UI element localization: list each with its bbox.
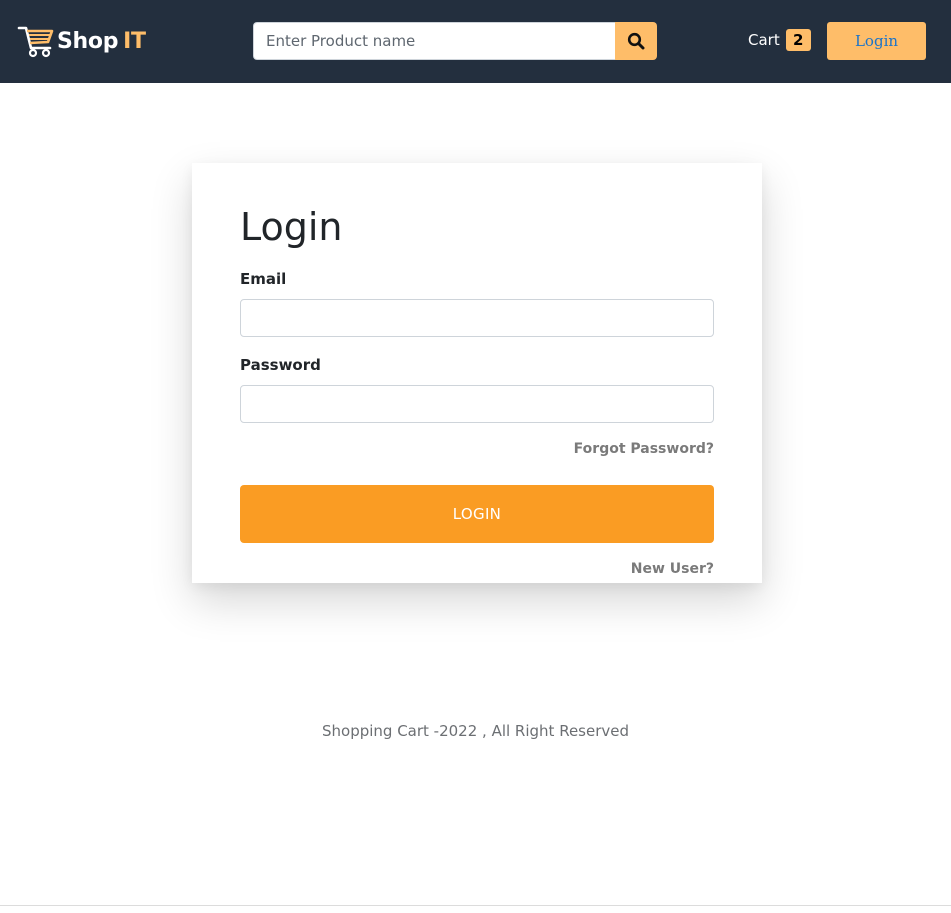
brand-it: IT (123, 28, 146, 54)
brand-name: Shop IT (57, 29, 146, 54)
search-button[interactable] (615, 22, 657, 60)
brand-logo[interactable]: Shop IT (17, 21, 146, 61)
shopping-cart-icon (17, 26, 54, 58)
cart-count-badge: 2 (785, 29, 811, 51)
brand-shop: Shop (57, 28, 119, 54)
search-icon (627, 32, 645, 50)
navbar: ShopIT Cart 2 Login (0, 0, 951, 83)
email-field[interactable] (240, 299, 714, 337)
cart-link[interactable]: Cart 2 (748, 29, 811, 51)
login-submit-button[interactable]: LOGIN (240, 485, 714, 543)
search-bar (253, 22, 657, 60)
footer-text: Shopping Cart -2022 , All Right Reserved (321, 722, 630, 740)
bottom-divider (0, 905, 951, 906)
forgot-password-link[interactable]: Forgot Password? (574, 441, 714, 457)
password-field[interactable] (240, 385, 714, 423)
login-card: Login Email Password Forgot Password? LO… (192, 163, 762, 583)
email-label: Email (240, 270, 287, 288)
page-title: Login (240, 205, 343, 249)
password-label: Password (240, 356, 321, 374)
header-login-button[interactable]: Login (827, 22, 926, 60)
new-user-link[interactable]: New User? (631, 561, 714, 577)
cart-label: Cart (748, 31, 780, 49)
search-input[interactable] (253, 22, 615, 60)
